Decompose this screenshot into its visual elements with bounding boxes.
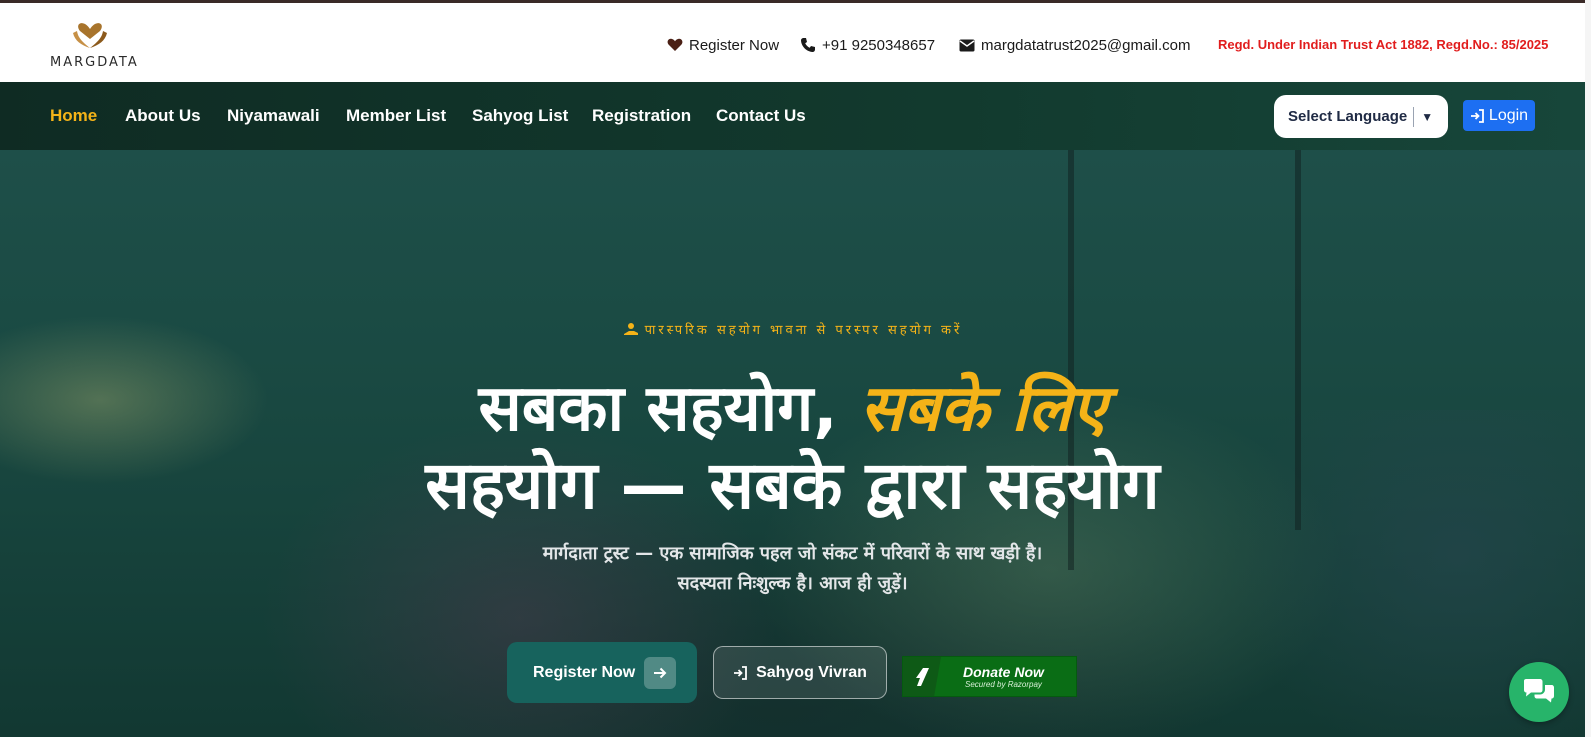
top-bar: MARGDATA Register Now +91 9250348657 mar… [0,3,1585,82]
hero-subtitle-line2: सदस्यता निःशुल्क है। आज ही जुड़ें। [677,573,908,594]
donate-label: Donate Now [963,664,1044,680]
phone-number: +91 9250348657 [822,36,936,54]
main-navbar: Home About Us Niyamawali Member List Sah… [0,82,1585,150]
helping-hand-icon [623,322,639,340]
nav-about-us[interactable]: About Us [125,106,201,126]
hands-heart-icon [73,23,107,48]
email-link[interactable]: margdatatrust2025@gmail.com [958,34,1191,56]
phone-link[interactable]: +91 9250348657 [799,34,935,56]
nav-sahyog-list[interactable]: Sahyog List [472,106,568,126]
heart-icon [666,37,683,53]
sahyog-vivran-label: Sahyog Vivran [756,663,867,681]
language-select-label: Select Language [1288,108,1408,125]
nav-registration[interactable]: Registration [592,106,691,126]
register-now-label: Register Now [689,36,780,54]
donate-text: Donate Now Secured by Razorpay [963,664,1044,689]
dropdown-arrow-icon: ▼ [1421,109,1434,124]
brand-logo[interactable]: MARGDATA [50,15,139,75]
donate-secured-label: Secured by Razorpay [965,680,1042,689]
hero-headline-line2: सहयोग — सबके द्वारा सहयोग [425,447,1160,524]
logo-text: MARGDATA [50,55,139,70]
sign-in-icon [1470,108,1484,123]
chat-widget-button[interactable] [1509,662,1569,722]
hero-tagline-text: पारस्परिक सहयोग भावना से परस्पर सहयोग कर… [644,323,963,338]
login-button[interactable]: Login [1463,100,1535,131]
arrow-right-icon [644,657,676,689]
register-now-link[interactable]: Register Now [666,34,779,56]
hero-headline-part1: सबका सहयोग, [478,372,860,446]
hero-tagline: पारस्परिक सहयोग भावना से परस्पर सहयोग कर… [0,320,1585,340]
nav-home[interactable]: Home [50,106,97,126]
nav-contact-us[interactable]: Contact Us [716,106,806,126]
sign-in-icon [734,665,747,680]
nav-niyamawali[interactable]: Niyamawali [227,106,320,126]
sahyog-vivran-button[interactable]: Sahyog Vivran [713,646,887,699]
window-right-edge [1585,0,1591,737]
razorpay-donate-button[interactable]: Donate Now Secured by Razorpay [902,656,1077,697]
hero-register-label: Register Now [533,663,636,681]
envelope-icon [958,37,975,53]
razorpay-logo-icon [903,657,941,696]
hero-headline-highlight: सबके लिए [859,372,1107,446]
email-address: margdatatrust2025@gmail.com [981,36,1191,54]
nav-member-list[interactable]: Member List [346,106,446,126]
hero-subtitle-line1: मार्गदाता ट्रस्ट — एक सामाजिक पहल जो संक… [542,543,1043,564]
login-label: Login [1488,106,1529,124]
hero-headline-line1: सबका सहयोग, सबके लिए [0,362,1585,449]
phone-icon [799,37,816,53]
language-divider [1413,106,1415,127]
hero-register-button[interactable]: Register Now [507,642,697,703]
chat-bubbles-icon [1524,679,1554,703]
registration-notice: Regd. Under Indian Trust Act 1882, Regd.… [1218,37,1549,52]
language-select[interactable]: Select Language ▼ [1274,95,1448,138]
